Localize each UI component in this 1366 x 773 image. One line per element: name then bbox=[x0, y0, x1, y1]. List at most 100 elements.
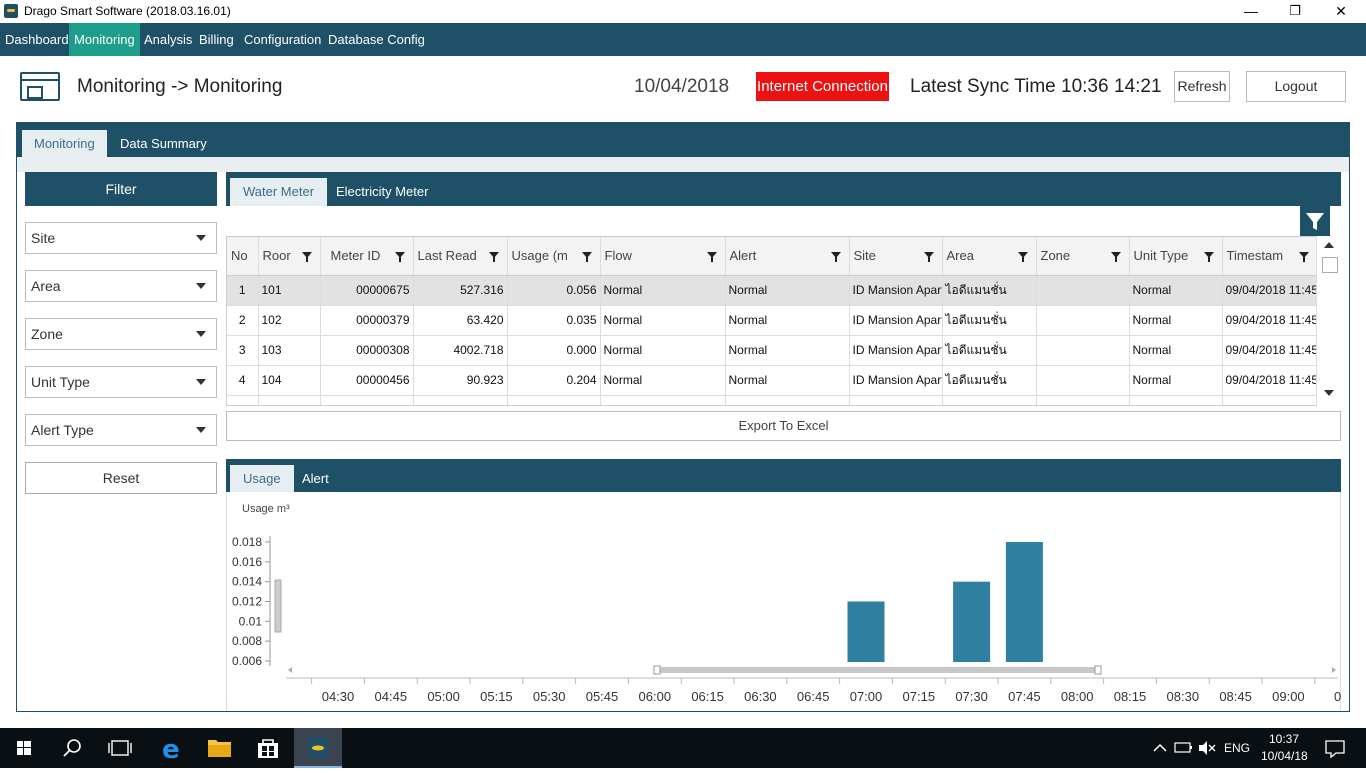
column-filter-icon[interactable] bbox=[301, 252, 312, 262]
task-view-button[interactable] bbox=[96, 728, 144, 768]
taskbar-clock[interactable]: 10:37 bbox=[1269, 732, 1299, 746]
action-center-button[interactable] bbox=[1316, 728, 1356, 768]
restore-button[interactable]: ❐ bbox=[1272, 0, 1318, 23]
column-filter-icon[interactable] bbox=[1110, 252, 1121, 262]
column-header[interactable]: Alert bbox=[725, 237, 850, 276]
table-cell bbox=[1222, 395, 1318, 405]
table-row[interactable]: 4 104 00000456 90.923 0.204 Normal Normal ID Ma… bbox=[227, 365, 1318, 396]
store-button[interactable] bbox=[244, 728, 292, 768]
menu-dashboard[interactable]: Dashboard bbox=[0, 23, 74, 56]
tab-electricity-meter[interactable]: Electricity Meter bbox=[323, 178, 441, 206]
chart-bar bbox=[953, 581, 991, 662]
column-header[interactable]: Usage (m bbox=[507, 237, 601, 276]
column-filter-icon[interactable] bbox=[394, 252, 405, 262]
taskbar-date[interactable]: 10/04/18 bbox=[1261, 749, 1308, 763]
column-filter-icon[interactable] bbox=[830, 252, 841, 262]
menu-configuration[interactable]: Configuration bbox=[239, 23, 326, 56]
table-cell bbox=[320, 395, 414, 405]
x-zoom-scrollbar bbox=[656, 667, 1099, 673]
reset-button[interactable]: Reset bbox=[25, 462, 217, 494]
column-header[interactable]: Flow bbox=[600, 237, 726, 276]
tab-usage[interactable]: Usage bbox=[230, 465, 294, 493]
table-body: 1 101 00000675 527.316 0.056 Normal Normal ID M… bbox=[227, 275, 1318, 405]
x-tick-label: 06:45 bbox=[797, 689, 830, 704]
table-row-partial bbox=[227, 395, 1318, 405]
x-tick-label: 09:00 bbox=[1272, 689, 1305, 704]
refresh-button[interactable]: Refresh bbox=[1174, 71, 1230, 102]
meter-tab-bar: Water Meter Electricity Meter bbox=[226, 172, 1341, 206]
menu-monitoring[interactable]: Monitoring bbox=[69, 23, 140, 56]
x-tick-label: 04:30 bbox=[322, 689, 355, 704]
column-filter-icon[interactable] bbox=[1017, 252, 1028, 262]
table-vertical-scrollbar[interactable] bbox=[1316, 236, 1341, 406]
table-cell: 104 bbox=[258, 365, 321, 396]
table-row[interactable]: 3 103 00000308 4002.718 0.000 Normal Normal ID … bbox=[227, 335, 1318, 366]
alert-type-select[interactable]: Alert Type bbox=[25, 414, 217, 446]
column-filter-icon[interactable] bbox=[581, 252, 592, 262]
table-cell bbox=[849, 395, 943, 405]
column-header[interactable]: Timestam bbox=[1222, 237, 1318, 276]
page-title: Monitoring -> Monitoring bbox=[77, 76, 283, 97]
column-header[interactable]: Meter ID bbox=[320, 237, 414, 276]
column-filter-icon[interactable] bbox=[1298, 252, 1309, 262]
site-select[interactable]: Site bbox=[25, 222, 217, 254]
svg-text:e: e bbox=[162, 735, 180, 765]
column-header[interactable]: Site bbox=[849, 237, 943, 276]
column-header[interactable]: No bbox=[227, 237, 259, 276]
column-header[interactable]: Zone bbox=[1036, 237, 1130, 276]
minimize-button[interactable]: — bbox=[1228, 0, 1274, 23]
column-header[interactable]: Unit Type bbox=[1129, 237, 1223, 276]
area-select[interactable]: Area bbox=[25, 270, 217, 302]
column-header[interactable]: Last Read bbox=[413, 237, 508, 276]
table-cell: 09/04/2018 11:45 bbox=[1222, 365, 1318, 396]
menu-analysis[interactable]: Analysis bbox=[139, 23, 197, 56]
table-cell: 101 bbox=[258, 275, 321, 306]
tab-data-summary[interactable]: Data Summary bbox=[108, 130, 219, 157]
column-header[interactable]: Area bbox=[942, 237, 1037, 276]
export-to-excel-button[interactable]: Export To Excel bbox=[226, 411, 1341, 441]
menu-database-config[interactable]: Database Config bbox=[323, 23, 430, 56]
column-filter-icon[interactable] bbox=[488, 252, 499, 262]
file-explorer-button[interactable] bbox=[196, 728, 244, 768]
column-filter-icon[interactable] bbox=[1203, 252, 1214, 262]
menu-billing[interactable]: Billing bbox=[194, 23, 239, 56]
column-header[interactable]: Roor bbox=[258, 237, 321, 276]
column-filter-button[interactable] bbox=[1300, 206, 1330, 236]
battery-status[interactable] bbox=[1172, 728, 1194, 768]
show-hidden-icons-button[interactable] bbox=[1150, 728, 1170, 768]
x-tick-label: 04:45 bbox=[375, 689, 408, 704]
drago-app-taskbar-button[interactable] bbox=[294, 728, 342, 768]
table-cell: 63.420 bbox=[413, 305, 508, 336]
logout-button[interactable]: Logout bbox=[1246, 71, 1346, 102]
search-button[interactable] bbox=[48, 728, 96, 768]
scroll-up-icon[interactable] bbox=[1324, 242, 1334, 248]
tab-monitoring[interactable]: Monitoring bbox=[22, 130, 107, 157]
column-filter-icon[interactable] bbox=[923, 252, 934, 262]
x-tick-label: 06:30 bbox=[744, 689, 777, 704]
battery-icon bbox=[1174, 742, 1192, 753]
latest-sync-time: Latest Sync Time 10:36 bbox=[910, 76, 1109, 97]
tab-alert[interactable]: Alert bbox=[289, 465, 342, 493]
input-language[interactable]: ENG bbox=[1224, 741, 1250, 755]
table-cell: Normal bbox=[725, 305, 850, 336]
table-cell: Normal bbox=[725, 275, 850, 306]
x-tick-label: 08:15 bbox=[1114, 689, 1147, 704]
start-button[interactable] bbox=[0, 728, 48, 768]
table-cell: ID Mansion Apartm bbox=[849, 335, 943, 366]
scroll-thumb[interactable] bbox=[1322, 257, 1338, 273]
close-button[interactable]: ✕ bbox=[1318, 0, 1364, 23]
table-cell bbox=[413, 395, 508, 405]
search-icon bbox=[63, 739, 81, 757]
dropdown-arrow-icon bbox=[196, 235, 206, 241]
column-filter-icon[interactable] bbox=[706, 252, 717, 262]
zone-select[interactable]: Zone bbox=[25, 318, 217, 350]
table-cell: 09/04/2018 11:45 bbox=[1222, 305, 1318, 336]
tab-water-meter[interactable]: Water Meter bbox=[230, 178, 328, 206]
unit-type-select[interactable]: Unit Type bbox=[25, 366, 217, 398]
scroll-down-icon[interactable] bbox=[1324, 390, 1334, 396]
table-row[interactable]: 2 102 00000379 63.420 0.035 Normal Normal ID Ma… bbox=[227, 305, 1318, 336]
edge-browser-button[interactable]: e bbox=[148, 728, 196, 768]
windows-logo-icon bbox=[17, 741, 31, 755]
table-row[interactable]: 1 101 00000675 527.316 0.056 Normal Normal ID M… bbox=[227, 275, 1318, 306]
volume-status[interactable] bbox=[1196, 728, 1218, 768]
